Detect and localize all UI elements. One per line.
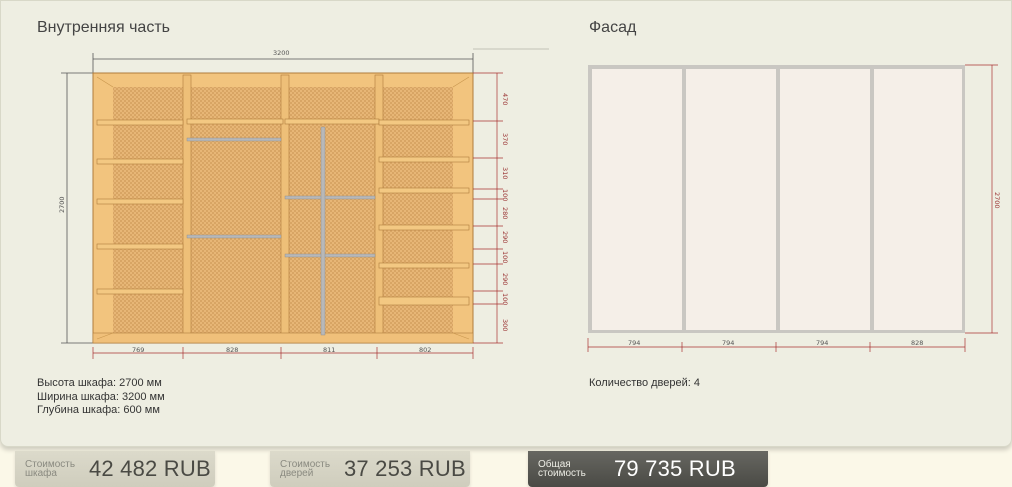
- right-dim-8: 290: [501, 273, 509, 285]
- spec-height: Высота шкафа: 2700 мм: [37, 377, 162, 389]
- facade-dim-2: 794: [722, 339, 734, 347]
- cabinet-price-value: 42 482 RUB: [89, 456, 211, 481]
- cabinet-specs: Высота шкафа: 2700 мм Ширина шкафа: 3200…: [37, 377, 165, 418]
- facade-door-3: [780, 69, 870, 330]
- right-dim-5: 280: [501, 207, 509, 219]
- doors-price-label: Стоимость дверей: [280, 459, 331, 479]
- width-dim-label: 3200: [273, 49, 290, 57]
- facade-door-4: [874, 69, 962, 330]
- facade-drawing: 2700 794 794 794 828: [576, 56, 1006, 361]
- doors-price-box: Стоимость дверей 37 253 RUB: [270, 451, 470, 487]
- facade-height-dim: 2700: [993, 192, 1001, 209]
- facade-dim-3: 794: [816, 339, 828, 347]
- spec-width: Ширина шкафа: 3200 мм: [37, 390, 165, 403]
- spec-depth: Глубина шкафа: 600 мм: [37, 404, 160, 416]
- bottom-dim-4: 802: [419, 346, 431, 354]
- total-price-box: Общая стоимость 79 735 RUB: [528, 451, 768, 487]
- cabinet-price-box: Стоимость шкафа 42 482 RUB: [15, 451, 215, 487]
- right-dim-1: 470: [501, 93, 509, 105]
- right-dim-7: 100: [501, 251, 509, 263]
- right-dim-3: 310: [501, 167, 509, 179]
- facade-door-1: [592, 69, 682, 330]
- bottom-dim-3: 811: [323, 346, 335, 354]
- doors-price-value: 37 253 RUB: [344, 456, 466, 481]
- door-count: Количество дверей: 4: [589, 377, 700, 389]
- facade-door-2: [686, 69, 776, 330]
- total-price-label: Общая стоимость: [538, 459, 586, 479]
- configurator-panel: Внутренняя часть Фасад 3200 2700 769 828…: [0, 0, 1012, 447]
- facade-dim-1: 794: [628, 339, 640, 347]
- interior-drawing: 3200 2700 769 828 811 802 470 370 310 10…: [1, 1, 561, 371]
- bottom-dim-1: 769: [132, 346, 144, 354]
- facade-dim-4: 828: [911, 339, 923, 347]
- height-dim-label: 2700: [58, 196, 66, 213]
- right-dim-9: 100: [501, 293, 509, 305]
- right-dim-6: 290: [501, 231, 509, 243]
- total-price-value: 79 735 RUB: [614, 456, 736, 481]
- cabinet-price-label: Стоимость шкафа: [25, 459, 76, 479]
- right-dim-10: 300: [501, 319, 509, 331]
- right-dim-4: 100: [501, 189, 509, 201]
- bottom-dim-2: 828: [226, 346, 238, 354]
- facade-title: Фасад: [589, 19, 637, 36]
- right-dim-2: 370: [501, 133, 509, 145]
